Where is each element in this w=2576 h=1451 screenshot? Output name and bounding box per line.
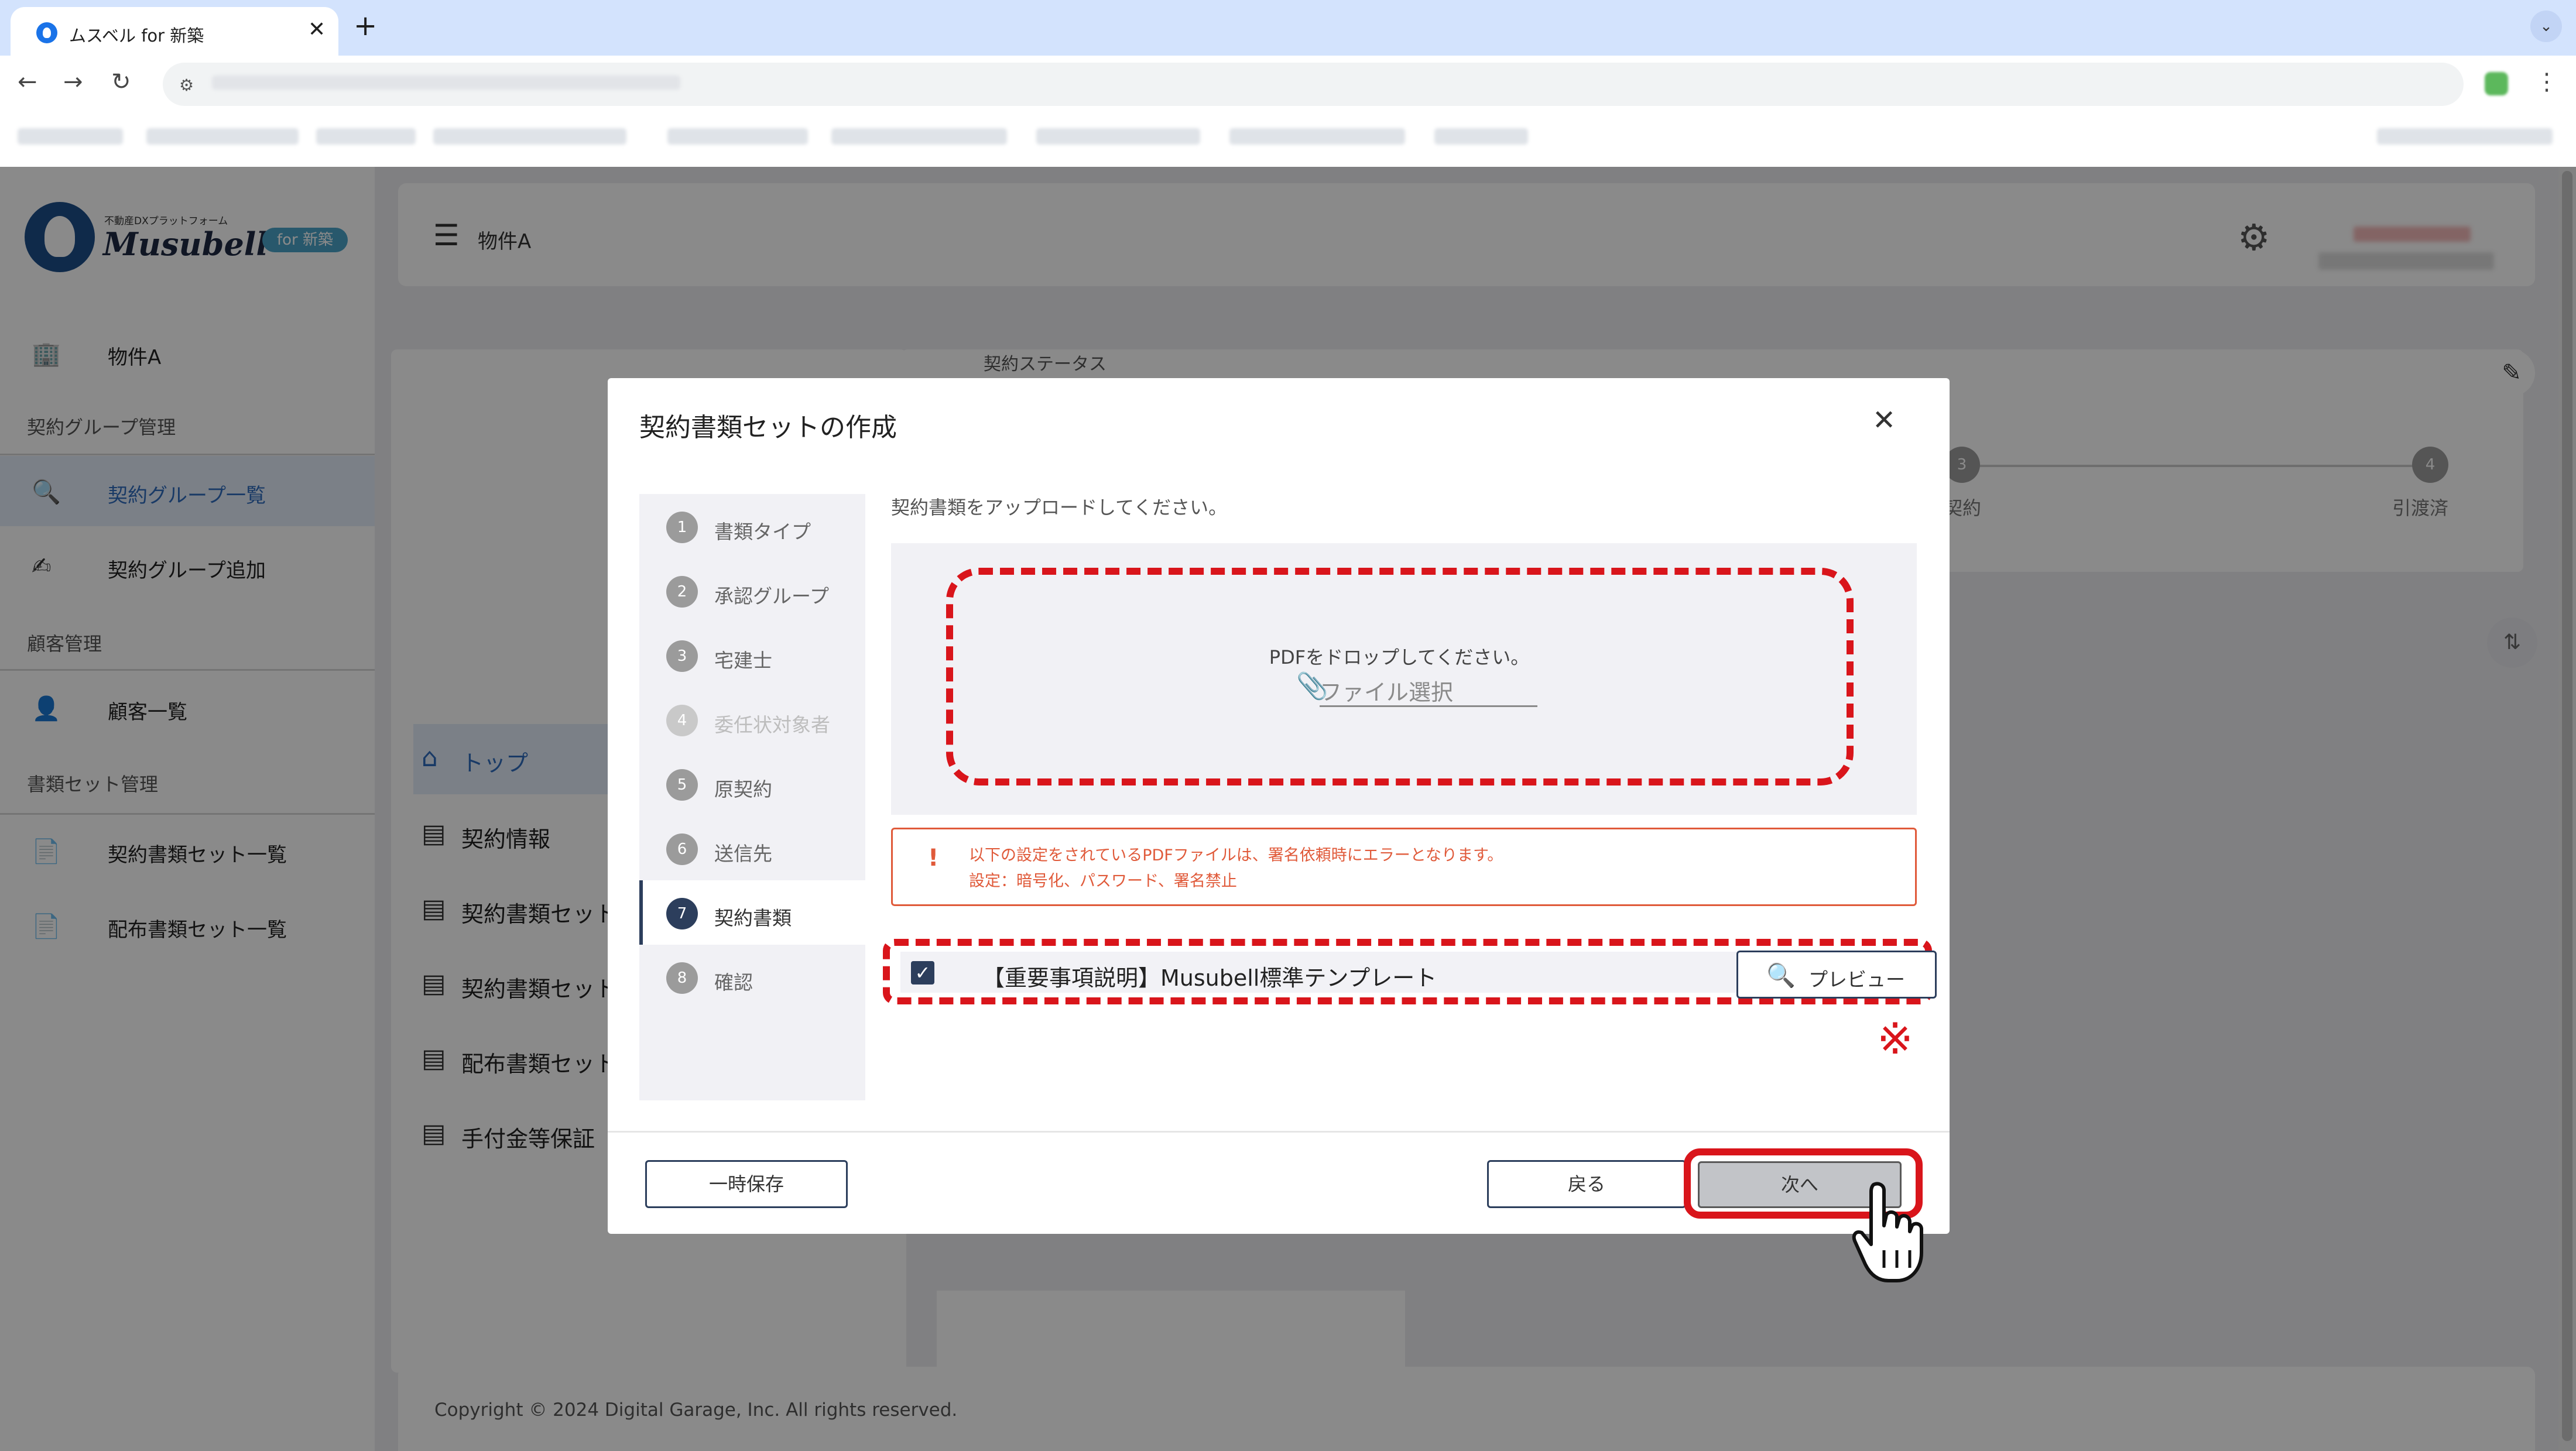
step-label: 承認グループ xyxy=(714,585,830,608)
bookmark-item[interactable] xyxy=(18,128,123,145)
step-number: 7 xyxy=(666,898,698,929)
tab-title: ムスベル for 新築 xyxy=(69,26,204,46)
bookmark-item[interactable] xyxy=(433,128,626,145)
step-label: 委任状対象者 xyxy=(714,714,830,736)
document-checkbox[interactable]: ✓ xyxy=(911,961,934,985)
create-contract-docset-dialog: 契約書類セットの作成 ✕ 1 書類タイプ 2 承認グループ 3 宅建士 4 委任… xyxy=(608,378,1950,1234)
zoom-icon: 🔍 xyxy=(1766,962,1796,989)
wizard-step-4: 4 委任状対象者 xyxy=(639,687,865,752)
document-row: ✓ 【重要事項説明】Musubell標準テンプレート 🔍 プレビュー xyxy=(900,951,1937,999)
step-label: 送信先 xyxy=(714,842,772,865)
step-label: 契約書類 xyxy=(714,907,792,929)
wizard-step-1: 1 書類タイプ xyxy=(639,494,865,558)
bookmark-item[interactable] xyxy=(2377,128,2553,145)
back-button[interactable]: 戻る xyxy=(1487,1160,1686,1208)
back-arrow-icon[interactable]: ← xyxy=(18,68,37,95)
step-number: 4 xyxy=(666,705,698,736)
wizard-step-3: 3 宅建士 xyxy=(639,623,865,687)
step-label: 確認 xyxy=(714,971,753,994)
alert-text: 以下の設定をされているPDFファイルは、署名依頼時にエラーとなります。 xyxy=(969,846,1503,865)
file-select-input[interactable]: ファイル選択 xyxy=(1320,671,1537,707)
preview-label: プレビュー xyxy=(1808,968,1905,991)
forward-arrow-icon[interactable]: → xyxy=(63,68,83,95)
new-tab-button[interactable]: + xyxy=(354,9,377,42)
wizard-step-8: 8 確認 xyxy=(639,945,865,1009)
bookmark-item[interactable] xyxy=(1036,128,1200,145)
step-number: 8 xyxy=(666,962,698,994)
bookmark-item[interactable] xyxy=(667,128,808,145)
wizard-stepper: 1 書類タイプ 2 承認グループ 3 宅建士 4 委任状対象者 5 原契約 6 … xyxy=(639,494,865,1100)
dialog-title: 契約書類セットの作成 xyxy=(639,413,897,442)
bookmark-item[interactable] xyxy=(146,128,299,145)
bookmarks-bar xyxy=(0,116,2576,153)
divider xyxy=(608,1131,1950,1133)
hand-pointer-icon xyxy=(1852,1182,1923,1282)
bookmark-item[interactable] xyxy=(1434,128,1528,145)
preview-button[interactable]: 🔍 プレビュー xyxy=(1736,951,1937,999)
warning-icon: ! xyxy=(928,845,939,872)
note-mark: ※ xyxy=(1877,1014,1914,1064)
wizard-step-2: 2 承認グループ xyxy=(639,558,865,623)
browser-tab[interactable]: ムスベル for 新築 ✕ xyxy=(11,7,338,56)
musubell-favicon-icon xyxy=(36,22,57,43)
step-number: 1 xyxy=(666,512,698,543)
step-number: 2 xyxy=(666,576,698,608)
step-number: 5 xyxy=(666,769,698,801)
address-bar[interactable]: ⚙ xyxy=(163,63,2464,106)
save-draft-button[interactable]: 一時保存 xyxy=(645,1160,848,1208)
pdf-drop-zone[interactable]: PDFをドロップしてください。 📎 ファイル選択 xyxy=(891,543,1917,815)
wizard-step-5: 5 原契約 xyxy=(639,752,865,816)
alert-detail: 設定：暗号化、パスワード、署名禁止 xyxy=(969,872,1237,890)
tab-search-button[interactable]: ⌄ xyxy=(2530,11,2562,42)
drop-text: PDFをドロップしてください。 xyxy=(1269,646,1530,668)
wizard-step-7-active: 7 契約書類 xyxy=(639,880,865,945)
wizard-step-6: 6 送信先 xyxy=(639,816,865,880)
pdf-warning-alert: ! 以下の設定をされているPDFファイルは、署名依頼時にエラーとなります。 設定… xyxy=(891,828,1917,906)
upload-instruction: 契約書類をアップロードしてください。 xyxy=(891,496,1228,519)
step-label: 書類タイプ xyxy=(714,520,811,543)
annotation-highlight: ✓ 【重要事項説明】Musubell標準テンプレート 🔍 プレビュー xyxy=(883,939,1937,1004)
extension-icon[interactable] xyxy=(2485,72,2508,95)
step-label: 原契約 xyxy=(714,778,772,801)
step-label: 宅建士 xyxy=(714,649,772,672)
bookmark-item[interactable] xyxy=(1229,128,1405,145)
url-text-blurred xyxy=(212,76,680,90)
close-icon[interactable]: ✕ xyxy=(1872,404,1896,437)
tab-close-icon[interactable]: ✕ xyxy=(308,18,326,42)
browser-toolbar: ← → ↻ ⚙ ⋮ xyxy=(0,56,2576,167)
site-info-icon[interactable]: ⚙ xyxy=(179,76,194,95)
browser-menu-icon[interactable]: ⋮ xyxy=(2535,68,2558,95)
browser-tab-bar: ムスベル for 新築 ✕ + ⌄ xyxy=(0,0,2576,56)
reload-icon[interactable]: ↻ xyxy=(111,68,131,95)
step-number: 6 xyxy=(666,833,698,865)
bookmark-item[interactable] xyxy=(316,128,416,145)
step-number: 3 xyxy=(666,640,698,672)
document-name: 【重要事項説明】Musubell標準テンプレート xyxy=(982,965,1437,991)
bookmark-item[interactable] xyxy=(831,128,1007,145)
